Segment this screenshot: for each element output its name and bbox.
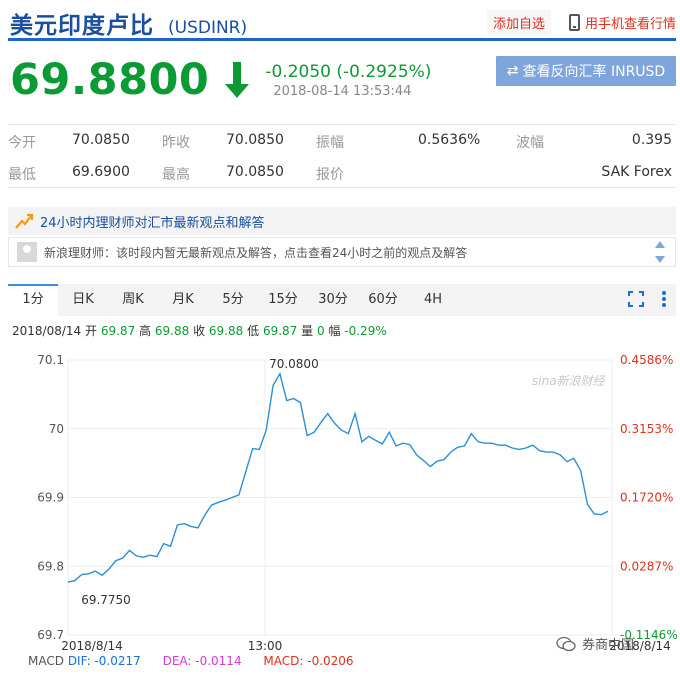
mobile-view-link[interactable]: 用手机查看行情 <box>585 13 676 32</box>
y-tick-label: 69.7 <box>37 628 64 642</box>
macd-value: MACD: -0.0206 <box>263 654 354 668</box>
stat-label-quote: 报价 <box>316 167 344 183</box>
y-tick-label: 70.1 <box>37 353 64 367</box>
avatar <box>17 242 37 262</box>
max-annotation: 70.0800 <box>269 357 319 371</box>
down-arrow-icon <box>225 60 250 100</box>
tab-15min[interactable]: 15分 <box>258 284 308 316</box>
ohlc-open-label: 开 <box>85 324 98 338</box>
trend-icon <box>15 213 34 229</box>
stat-label-low: 最低 <box>8 167 36 183</box>
stat-value-amplitude: 0.5636% <box>418 132 481 148</box>
ohlc-low: 69.87 <box>262 324 298 338</box>
ohlc-high: 69.88 <box>154 324 190 338</box>
fullscreen-icon[interactable] <box>628 291 644 307</box>
price-chart-svg: 70.1 0.4586% 70 0.3153% 69.9 0.1720% 69.8 0.028… <box>37 353 677 653</box>
scroll-up-icon[interactable] <box>655 241 665 248</box>
ohlc-low-label: 低 <box>247 324 260 338</box>
expert-message-box[interactable]: 新浪理财师：该时段内暂无最新观点及解答，点击查看24小时之前的观点及解答 <box>8 237 676 267</box>
tab-monthly[interactable]: 月K <box>158 284 208 316</box>
price-row: 69.8800 -0.2050 (-0.2925%) 2018-08-14 13… <box>10 50 431 110</box>
update-time: 2018-08-14 13:53:44 <box>273 83 412 99</box>
stat-label-range: 波幅 <box>516 135 544 151</box>
reverse-rate-label: 查看反向汇率 INRUSD <box>522 64 666 80</box>
macd-legend: MACD DIF: -0.0217 DEA: -0.0114 MACD: -0.… <box>28 654 354 668</box>
header-divider <box>8 38 676 41</box>
current-price: 69.8800 <box>10 55 210 105</box>
stat-label-amplitude: 振幅 <box>316 135 344 151</box>
stat-value-open: 70.0850 <box>72 132 130 148</box>
price-series-line <box>67 371 609 583</box>
price-chart[interactable]: 70.1 0.4586% 70 0.3153% 69.9 0.1720% 69.8 0.028… <box>0 340 680 675</box>
title-row: 美元印度卢比 (USDINR) <box>10 6 248 39</box>
tab-30min[interactable]: 30分 <box>308 284 358 316</box>
pct-tick-label: 0.0287% <box>620 559 673 573</box>
stats-panel: 今开 70.0850 昨收 70.0850 振幅 0.5636% 波幅 0.39… <box>8 124 676 188</box>
reverse-rate-button[interactable]: ⇄ 查看反向汇率 INRUSD <box>496 56 676 86</box>
stat-value-prev-close: 70.0850 <box>226 132 284 148</box>
macd-label: MACD <box>28 654 64 668</box>
chart-tools <box>628 291 666 307</box>
expert-bar[interactable]: 24小时内理财师对汇市最新观点和解答 <box>8 207 676 235</box>
mobile-phone-icon[interactable] <box>568 14 580 31</box>
timeframe-tabs: 1分 日K 周K 月K 5分 15分 30分 60分 4H <box>8 284 676 316</box>
ohlc-amp-label: 幅 <box>328 324 341 338</box>
y-tick-label: 69.9 <box>37 491 64 505</box>
ohlc-high-label: 高 <box>139 324 152 338</box>
min-annotation: 69.7750 <box>81 593 131 607</box>
stats-row: 今开 70.0850 昨收 70.0850 振幅 0.5636% 波幅 0.39… <box>8 125 676 157</box>
tab-daily[interactable]: 日K <box>58 284 108 316</box>
expert-message: 新浪理财师：该时段内暂无最新观点及解答，点击查看24小时之前的观点及解答 <box>44 245 468 260</box>
stat-value-low: 69.6900 <box>72 164 130 180</box>
stat-value-quote-source: SAK Forex <box>601 164 672 180</box>
stat-label-high: 最高 <box>162 167 190 183</box>
pair-name: 美元印度卢比 <box>10 13 154 39</box>
stat-label-open: 今开 <box>8 135 36 151</box>
ohlc-volume-label: 量 <box>301 324 314 338</box>
ohlc-open: 69.87 <box>100 324 136 338</box>
add-favorite-link[interactable]: 添加自选 <box>486 10 551 35</box>
price-change: -0.2050 (-0.2925%) <box>265 61 432 82</box>
ohlc-date: 2018/08/14 <box>12 324 82 338</box>
stat-value-high: 70.0850 <box>226 164 284 180</box>
more-options-icon[interactable] <box>662 291 666 307</box>
x-tick-label: 13:00 <box>248 639 283 653</box>
ohlc-volume: 0 <box>316 324 325 338</box>
y-tick-label: 70 <box>49 422 64 436</box>
swap-icon: ⇄ <box>506 63 519 79</box>
top-links: 添加自选 用手机查看行情 <box>486 10 676 35</box>
pair-code: (USDINR) <box>168 18 248 38</box>
macd-dif: DIF: -0.0217 <box>67 654 141 668</box>
ohlc-summary: 2018/08/14 开 69.87 高 69.88 收 69.88 低 69.… <box>12 322 387 339</box>
expert-title: 24小时内理财师对汇市最新观点和解答 <box>40 215 265 231</box>
watermark-logo: sina新浪财经 <box>532 374 605 388</box>
tab-5min[interactable]: 5分 <box>208 284 258 316</box>
message-scroll-arrows[interactable] <box>655 241 665 263</box>
wechat-icon <box>556 636 576 651</box>
wechat-label: 券商中国 <box>582 638 635 653</box>
tab-60min[interactable]: 60分 <box>358 284 408 316</box>
stat-value-range: 0.395 <box>631 132 672 148</box>
macd-dea: DEA: -0.0114 <box>162 654 242 668</box>
tab-1min[interactable]: 1分 <box>8 284 58 316</box>
pct-tick-label: 0.3153% <box>620 422 673 436</box>
x-tick-label: 2018/8/14 <box>61 639 123 653</box>
change-box: -0.2050 (-0.2925%) 2018-08-14 13:53:44 <box>265 62 431 99</box>
tab-4h[interactable]: 4H <box>408 284 458 316</box>
ohlc-amp: -0.29% <box>344 324 387 338</box>
stat-label-prev-close: 昨收 <box>162 135 190 151</box>
ohlc-close-label: 收 <box>193 324 206 338</box>
y-tick-label: 69.8 <box>37 559 64 573</box>
wechat-badge: 券商中国 <box>556 634 634 653</box>
tab-weekly[interactable]: 周K <box>108 284 158 316</box>
stats-row: 最低 69.6900 最高 70.0850 报价 SAK Forex <box>8 157 676 189</box>
pct-tick-label: 0.1720% <box>620 491 673 505</box>
pct-tick-label: 0.4586% <box>620 353 673 367</box>
ohlc-close: 69.88 <box>208 324 244 338</box>
scroll-down-icon[interactable] <box>655 256 665 263</box>
